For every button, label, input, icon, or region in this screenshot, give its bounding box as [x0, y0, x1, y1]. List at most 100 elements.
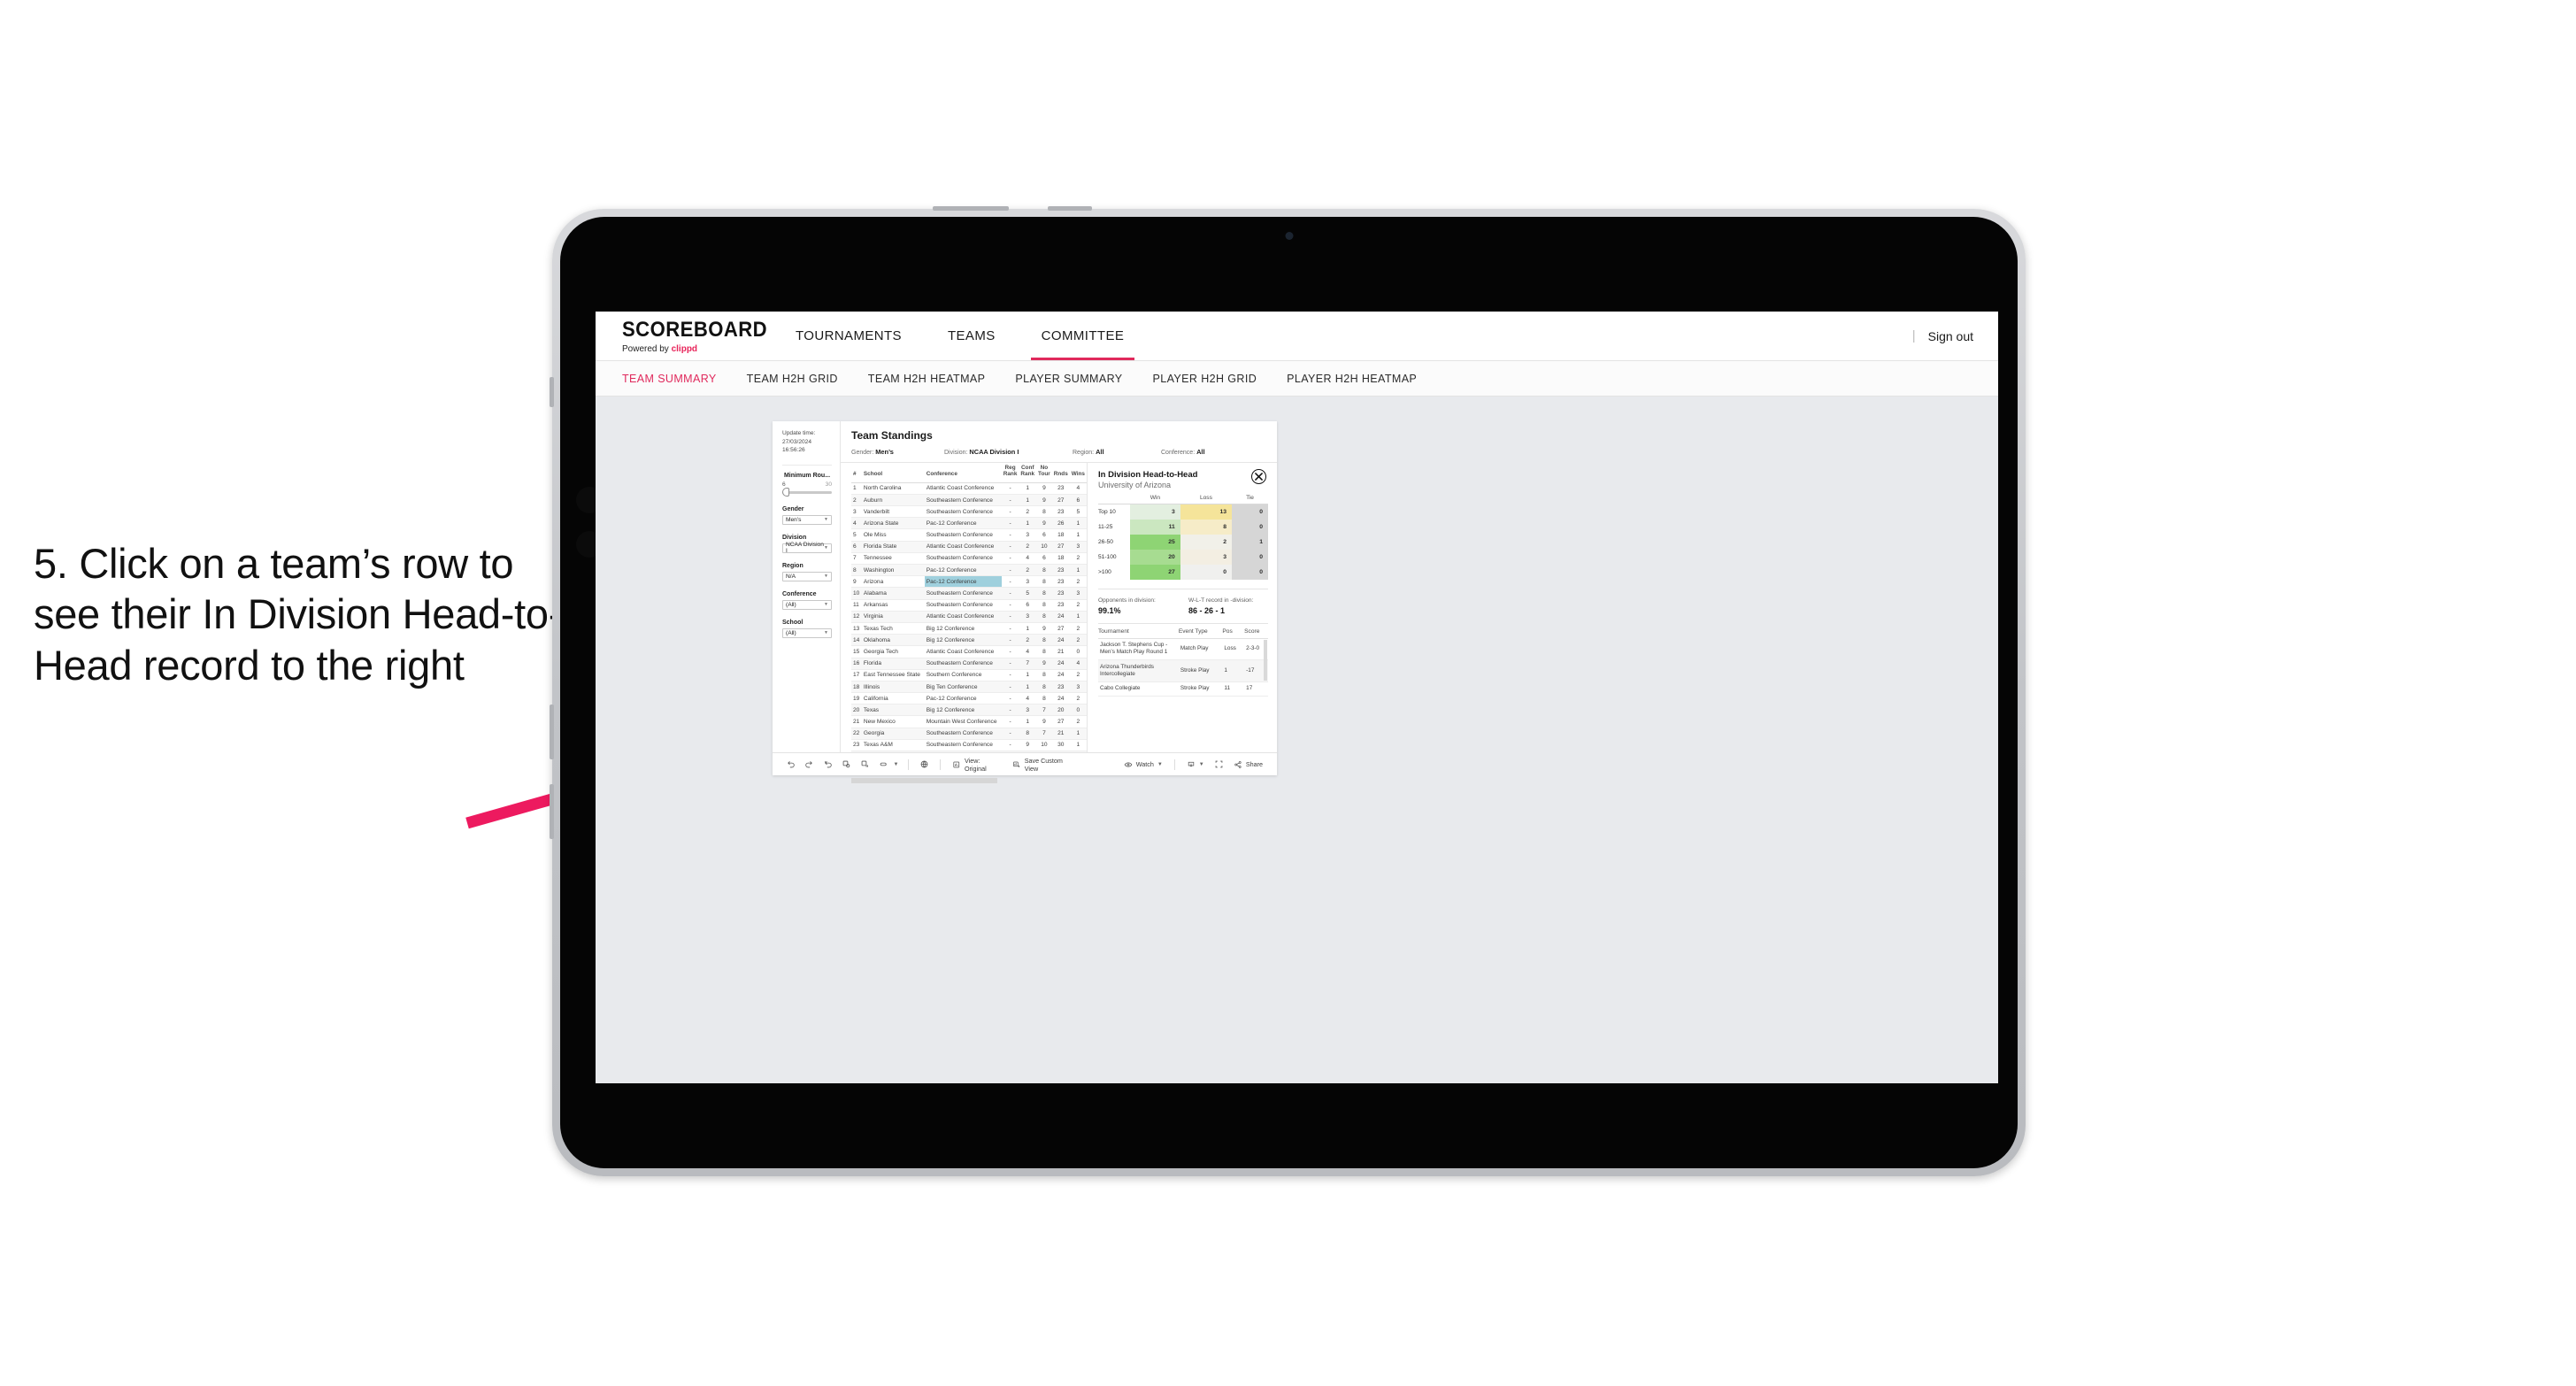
h2h-cell-loss: 2	[1180, 534, 1233, 550]
tab-player-h2h-heatmap[interactable]: PLAYER H2H HEATMAP	[1287, 373, 1417, 385]
cell-rnds: 27	[1051, 622, 1070, 635]
cell-no-tour: 8	[1036, 587, 1052, 600]
table-row[interactable]: 17 East Tennessee State Southern Conferenc…	[851, 669, 1087, 681]
refresh-data-icon[interactable]	[837, 759, 856, 769]
standings-thead: # School Conference Reg Rank Conf Rank No Tour Rn…	[851, 463, 1087, 483]
cell-reg-rank: -	[1001, 704, 1019, 717]
download-button[interactable]: ▼	[1181, 760, 1210, 769]
table-row[interactable]: 21 New Mexico Mountain West Conference -1 9 2…	[851, 715, 1087, 728]
table-row[interactable]: 12 Virginia Atlantic Coast Conference -3 8 24…	[851, 611, 1087, 623]
cell-no-tour: 9	[1036, 715, 1052, 728]
table-row[interactable]: 8 Washington Pac-12 Conference -2 8 23 1	[851, 564, 1087, 577]
tournament-cell-name: Jackson T. Stephens Cup - Men’s Match Pl…	[1098, 638, 1179, 661]
tab-team-h2h-grid[interactable]: TEAM H2H GRID	[747, 373, 838, 385]
sign-out-link[interactable]: Sign out	[1928, 329, 1973, 343]
cell-rank: 17	[851, 669, 862, 681]
save-custom-view-button[interactable]: Save Custom View	[1007, 757, 1080, 773]
h2h-cell-value: 27	[1168, 568, 1175, 575]
standings-col-4[interactable]: Reg Rank	[1001, 463, 1019, 483]
tab-team-summary[interactable]: TEAM SUMMARY	[622, 373, 717, 385]
region-select[interactable]: N/A ▼	[782, 571, 832, 581]
watch-button[interactable]: Watch ▼	[1119, 760, 1168, 769]
table-row[interactable]: 16 Florida Southeastern Conference -7 9 24 4	[851, 658, 1087, 670]
table-row[interactable]: 11 Arkansas Southeastern Conference -6 8 23 2	[851, 599, 1087, 612]
division-label: Division	[782, 534, 807, 541]
table-row[interactable]: 3 Vanderbilt Southeastern Conference -2 8 23 5	[851, 505, 1087, 519]
table-row[interactable]: 2 Auburn Southeastern Conference -1 9 27 6	[851, 494, 1087, 507]
table-row[interactable]: 6 Florida State Atlantic Coast Conference -…	[851, 541, 1087, 553]
stat-record: W-L-T record in -division: 86 - 26 - 1	[1188, 597, 1253, 615]
close-icon[interactable]	[1251, 469, 1266, 484]
cell-rnds: 27	[1051, 541, 1070, 553]
h2h-cell-win: 27	[1130, 564, 1180, 580]
table-row[interactable]: 18 Illinois Big Ten Conference -1 8 23 3	[851, 681, 1087, 694]
cell-no-tour: 6	[1036, 528, 1052, 542]
globe-icon[interactable]	[915, 759, 934, 769]
top-navigation: SCOREBOARD Powered by clippd TOURNAMENTS…	[596, 312, 1998, 361]
standings-col-8[interactable]: Wins	[1069, 463, 1087, 483]
fullscreen-icon[interactable]	[1210, 759, 1228, 769]
table-row[interactable]: 9 Arizona Pac-12 Conference -3 8 23 2	[851, 575, 1087, 589]
h2h-cell-tie: 0	[1232, 504, 1268, 520]
brand-title: SCOREBOARD	[622, 318, 768, 342]
table-row[interactable]: 15 Georgia Tech Atlantic Coast Conference -…	[851, 645, 1087, 658]
highlight-dropdown-caret-icon[interactable]: ▼	[893, 762, 902, 767]
table-row[interactable]: 13 Texas Tech Big 12 Conference -1 9 27 2	[851, 622, 1087, 635]
table-row[interactable]: 20 Texas Big 12 Conference -3 7 20 0	[851, 704, 1087, 717]
h2h-matrix-tbody: Top 10 3 13 0 11-25 11 8 0 26-50 25 2 1 51-100 20 3 0 >1…	[1098, 504, 1268, 580]
gender-select[interactable]: Men’s ▼	[782, 514, 832, 525]
tournament-row[interactable]: Cabo Collegiate Stroke Play 11 17	[1098, 681, 1268, 697]
standings-col-5[interactable]: Conf Rank	[1019, 463, 1037, 483]
tab-player-h2h-grid[interactable]: PLAYER H2H GRID	[1153, 373, 1257, 385]
share-button[interactable]: Share	[1228, 760, 1268, 769]
h2h-cell-win: 20	[1130, 549, 1180, 565]
table-row[interactable]: 1 North Carolina Atlantic Coast Conference…	[851, 482, 1087, 495]
revert-icon[interactable]	[819, 759, 837, 769]
nav-teams[interactable]: TEAMS	[925, 312, 1019, 360]
table-row[interactable]: 19 California Pac-12 Conference -4 8 24 2	[851, 692, 1087, 705]
table-row[interactable]: 7 Tennessee Southeastern Conference -4 6 18 2	[851, 552, 1087, 566]
h2h-cell-value: 0	[1259, 553, 1263, 560]
standings-col-7[interactable]: Rnds	[1051, 463, 1070, 483]
brand-logo[interactable]: SCOREBOARD Powered by clippd	[596, 312, 773, 360]
cell-reg-rank: -	[1001, 552, 1019, 566]
tab-team-h2h-heatmap[interactable]: TEAM H2H HEATMAP	[868, 373, 986, 385]
tournament-row[interactable]: Arizona Thunderbirds Intercollegiate Stro…	[1098, 659, 1268, 682]
conference-select[interactable]: (All) ▼	[782, 599, 832, 610]
tournament-row[interactable]: Jackson T. Stephens Cup - Men’s Match Pl…	[1098, 638, 1268, 661]
cell-reg-rank: -	[1001, 622, 1019, 635]
standings-col-6[interactable]: No Tour	[1036, 463, 1052, 483]
standings-col-1[interactable]: #	[851, 463, 862, 483]
h2h-row-label: 11-25	[1098, 519, 1130, 535]
nav-tournaments[interactable]: TOURNAMENTS	[773, 312, 925, 360]
cell-rnds: 23	[1051, 505, 1070, 519]
cell-reg-rank: -	[1001, 692, 1019, 705]
school-select[interactable]: (All) ▼	[782, 628, 832, 638]
table-row[interactable]: 14 Oklahoma Big 12 Conference -2 8 24 2	[851, 634, 1087, 647]
table-row[interactable]: 4 Arizona State Pac-12 Conference -1 9 26 1	[851, 517, 1087, 530]
highlight-icon[interactable]	[874, 759, 893, 769]
undo-icon[interactable]	[781, 759, 800, 769]
division-select[interactable]: NCAA Division I ▼	[782, 542, 832, 554]
vertical-scrollbar[interactable]	[1264, 639, 1267, 681]
redo-icon[interactable]	[800, 759, 819, 769]
table-row[interactable]: 5 Ole Miss Southeastern Conference -3 6 18 1	[851, 528, 1087, 542]
cell-wins: 6	[1069, 494, 1087, 507]
view-original-button[interactable]: View: Original	[947, 757, 1007, 773]
table-row[interactable]: 23 Texas A&M Southeastern Conference -9 10 30…	[851, 739, 1087, 752]
standings-col-2[interactable]: School	[861, 463, 925, 483]
min-rounds-slider-handle[interactable]	[782, 488, 789, 497]
table-row[interactable]: 22 Georgia Southeastern Conference -8 7 21 1	[851, 728, 1087, 740]
region-label: Region	[782, 562, 804, 569]
pause-updates-icon[interactable]	[856, 759, 874, 769]
cell-school: New Mexico	[861, 715, 925, 728]
meta-division: Division: NCAA Division I	[944, 448, 1073, 456]
update-time-label: Update time:	[782, 430, 816, 436]
nav-committee[interactable]: COMMITTEE	[1019, 312, 1148, 360]
standings-col-3[interactable]: Conference	[924, 463, 1002, 483]
min-rounds-slider[interactable]	[782, 488, 832, 497]
h2h-cell-value: 0	[1259, 508, 1263, 515]
table-row[interactable]: 10 Alabama Southeastern Conference -5 8 23 3	[851, 587, 1087, 600]
cell-rank: 6	[851, 541, 862, 553]
tab-player-summary[interactable]: PLAYER SUMMARY	[1015, 373, 1122, 385]
